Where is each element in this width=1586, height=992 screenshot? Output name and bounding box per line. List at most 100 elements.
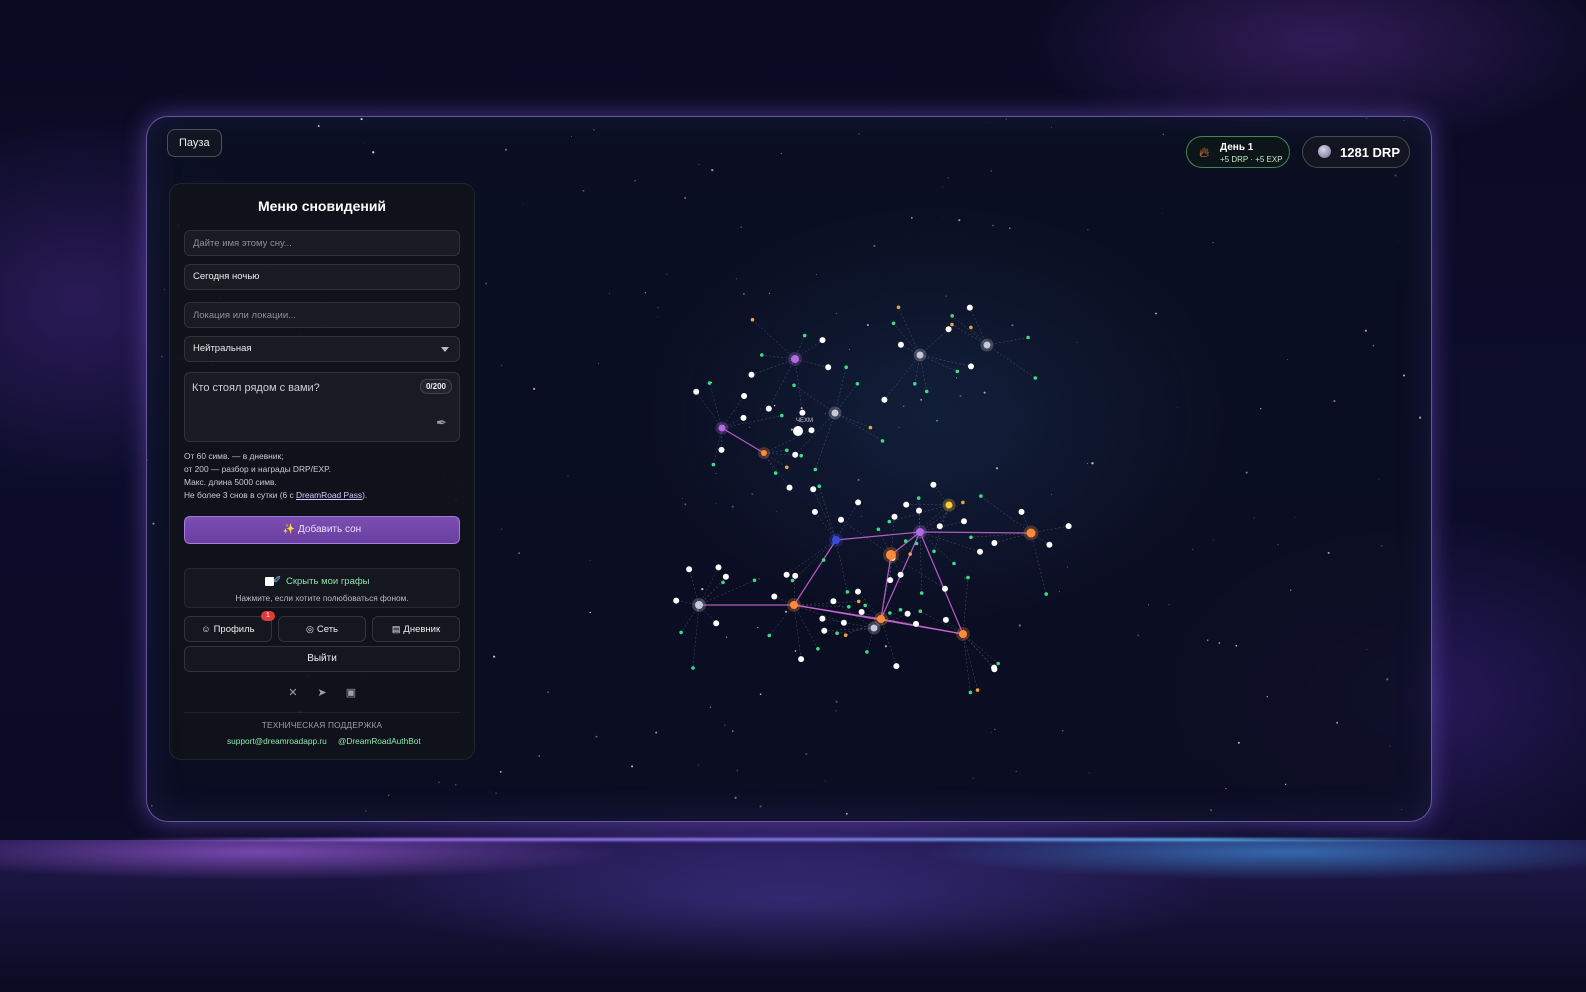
graph-leaf-node — [808, 427, 815, 434]
logout-button[interactable]: Выйти — [184, 646, 460, 672]
graph-link — [835, 539, 848, 592]
hide-graphs-toggle[interactable]: ✐︎ Скрыть мои графы Нажмите, если хотите… — [184, 568, 460, 608]
graph-leaf-node — [855, 382, 860, 386]
graph-leaf-node — [799, 409, 806, 416]
graph-hub-node — [870, 624, 878, 632]
graph-leaf-node — [969, 325, 973, 330]
support-email-link[interactable]: support@dreamroadapp.ru — [227, 736, 327, 746]
graph-leaf-node — [914, 541, 919, 546]
graph-leaf-node — [977, 548, 983, 555]
graph-leaf-node — [838, 516, 844, 523]
graph-leaf-node — [783, 571, 790, 578]
graph-link — [793, 604, 802, 660]
graph-leaf-node — [898, 607, 903, 612]
graph-leaf-node — [961, 500, 965, 505]
graph-leaf-node — [942, 585, 948, 592]
graph-link — [905, 504, 950, 542]
dream-time-field[interactable]: Сегодня ночью — [184, 264, 460, 290]
graph-leaf-node — [919, 591, 924, 595]
graph-leaf-node — [897, 571, 904, 578]
graph-leaf-node — [881, 396, 888, 403]
dream-menu-panel: Меню сновидений Сегодня ночью Нейтральна… — [169, 183, 475, 760]
graph-hub-node — [791, 355, 799, 363]
graph-labeled-node — [793, 426, 803, 436]
graph-leaf-node — [932, 549, 936, 554]
graph-link — [822, 618, 875, 629]
x-icon[interactable]: ✕ — [286, 686, 300, 700]
graph-hub-node — [916, 528, 924, 536]
graph-leaf-node — [930, 481, 937, 488]
graph-link — [962, 633, 971, 693]
graph-hub-node — [877, 615, 885, 623]
graph-leaf-node — [968, 363, 974, 370]
divider — [184, 712, 460, 713]
graph-edge — [835, 531, 921, 541]
add-dream-button[interactable]: ✨ Добавить сон — [184, 516, 460, 544]
graph-leaf-node — [799, 453, 803, 458]
graph-leaf-node — [750, 317, 755, 322]
graph-leaf-node — [790, 578, 795, 583]
dream-name-input[interactable] — [184, 230, 460, 256]
graph-link — [834, 412, 883, 442]
graph-link — [752, 319, 796, 360]
graph-link — [793, 385, 836, 414]
microphone-icon[interactable]: ✒︎ — [436, 415, 447, 431]
dreamroad-pass-link[interactable]: DreamRoad Pass — [296, 490, 362, 500]
graph-hub-node — [916, 351, 924, 359]
graph-leaf-node — [896, 305, 901, 310]
graph-leaf-node — [713, 620, 720, 627]
graph-leaf-node — [975, 688, 980, 692]
graph-link — [793, 604, 844, 623]
limit-hint-end: ). — [362, 490, 368, 500]
support-bot-link[interactable]: @DreamRoadAuthBot — [338, 736, 421, 746]
graph-link — [919, 354, 972, 367]
graph-leaf-node — [887, 519, 892, 524]
graph-leaf-node — [693, 388, 700, 395]
graph-leaf-node — [740, 414, 747, 421]
hint-line: Макс. длина 5000 симв. — [184, 477, 277, 487]
graph-leaf-node — [969, 535, 973, 540]
graph-leaf-node — [903, 501, 910, 508]
graph-leaf-node — [858, 609, 865, 615]
vk-icon[interactable]: ▣ — [344, 686, 358, 700]
graph-link — [793, 604, 819, 649]
network-label: Сеть — [316, 624, 338, 635]
graph-link — [834, 367, 847, 414]
telegram-icon[interactable]: ➤ — [315, 686, 329, 700]
hint-line: от 200 — разбор и награды DRP/EXP. — [184, 464, 331, 474]
graph-hub-node — [832, 536, 840, 544]
graph-leaf-node — [792, 572, 799, 579]
graph-leaf-node — [1046, 541, 1053, 548]
network-button[interactable]: ◎ Сеть — [278, 616, 366, 642]
graph-leaf-node — [785, 465, 789, 470]
graph-leaf-node — [966, 575, 970, 580]
diary-button[interactable]: ▤ Дневник — [372, 616, 460, 642]
graph-link — [815, 412, 836, 470]
brush-icon: ✐︎ — [273, 575, 282, 586]
graph-leaf-node — [855, 588, 861, 595]
graph-leaf-node — [760, 353, 764, 357]
graph-hub-node — [695, 601, 703, 609]
graph-leaf-node — [802, 333, 807, 338]
graph-leaf-node — [936, 523, 943, 530]
graph-leaf-node — [913, 382, 917, 386]
graph-leaf-node — [844, 365, 848, 369]
location-input[interactable] — [184, 302, 460, 328]
globe-icon: ◎ — [306, 624, 314, 634]
graph-leaf-node — [891, 321, 896, 326]
dream-story-textarea[interactable]: Кто стоял рядом с вами? 0/200 ✒︎ — [184, 372, 460, 442]
graph-leaf-node — [991, 540, 998, 546]
profile-button[interactable]: ☺︎ Профиль 1 — [184, 611, 275, 642]
graph-leaf-node — [718, 446, 725, 453]
limit-hint: Не более 3 снов в сутки (6 с DreamRoad P… — [184, 490, 367, 500]
mood-select[interactable]: Нейтральная — [184, 336, 460, 362]
graph-link — [880, 618, 897, 667]
graph-leaf-node — [903, 539, 908, 543]
graph-link — [794, 358, 803, 413]
graph-leaf-node — [856, 599, 861, 604]
graph-hub-node — [831, 409, 839, 417]
graph-leaf-node — [765, 405, 772, 412]
graph-hub-node — [959, 630, 967, 638]
graph-leaf-node — [924, 389, 929, 394]
graph-leaf-node — [891, 513, 898, 520]
